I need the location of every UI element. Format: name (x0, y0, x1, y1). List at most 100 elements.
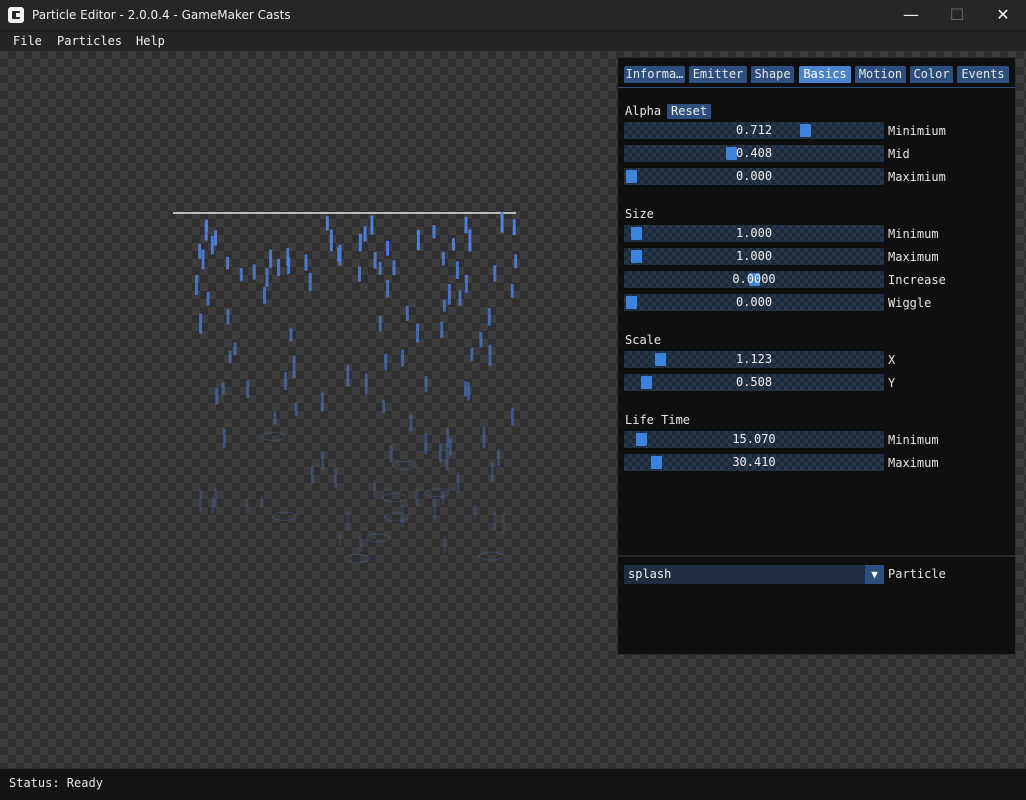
alpha-minimum-label: Minimium (888, 124, 946, 138)
particle-streak (226, 256, 230, 270)
size-increase-slider[interactable]: 0.0000 (624, 271, 884, 288)
alpha-reset-button[interactable]: Reset (667, 104, 712, 119)
particle-streak (479, 332, 483, 348)
particle-streak (239, 267, 243, 281)
alpha-section-label: Alpha (625, 104, 662, 118)
particle-streak (277, 258, 281, 276)
alpha-minimum-slider[interactable]: 0.712 (624, 122, 884, 139)
splash-group (260, 432, 504, 563)
particle-streak (246, 380, 250, 399)
particle-streak (370, 215, 374, 235)
particle-streak (211, 496, 215, 514)
minimize-button[interactable]: — (888, 0, 934, 31)
particle-streak (373, 251, 377, 269)
particle-streak (488, 344, 492, 366)
particle-streak (482, 426, 486, 449)
splash-ring (424, 488, 450, 498)
particle-streak (514, 254, 518, 269)
particle-streak (441, 252, 445, 266)
slider-value: 1.123 (735, 352, 773, 366)
particle-streak (386, 240, 389, 256)
particle-streak (199, 313, 203, 334)
size-wiggle-slider[interactable]: 0.000 (624, 294, 884, 311)
slider-value: 0.712 (735, 123, 773, 137)
particle-streak (384, 353, 388, 371)
particle-select[interactable]: splash ▼ (624, 565, 884, 584)
particle-streak (443, 535, 447, 554)
splash-ring (478, 551, 504, 561)
scale-section-label: Scale (625, 333, 662, 347)
particle-streak (378, 261, 382, 275)
dropdown-arrow-icon[interactable]: ▼ (865, 565, 884, 584)
particle-streak (433, 498, 437, 519)
tab-shape[interactable]: Shape (751, 66, 794, 83)
particle-streak (386, 279, 390, 298)
particle-streak (289, 328, 293, 342)
particle-streak (273, 411, 277, 425)
particle-streak (364, 373, 368, 395)
status-text: Status: Ready (9, 776, 103, 790)
particle-streak (424, 433, 428, 455)
tab-basics[interactable]: Basics (799, 66, 851, 83)
menu-help[interactable]: Help (136, 34, 165, 48)
particle-streak (455, 261, 459, 279)
particle-streak (464, 216, 468, 234)
particle-streak (468, 229, 472, 252)
particle-streak (439, 444, 442, 463)
size-maximum-label: Maximum (888, 250, 939, 264)
title-bar: Particle Editor - 2.0.0.4 - GameMaker Ca… (0, 0, 1026, 31)
particle-streak (416, 229, 420, 251)
particle-streak (346, 511, 350, 531)
particle-streak (448, 438, 452, 456)
particle-streak (373, 480, 377, 498)
particle-streak (409, 414, 413, 432)
alpha-mid-slider[interactable]: 0.408 (624, 145, 884, 162)
particle-streak (338, 533, 342, 547)
menu-particles[interactable]: Particles (57, 34, 122, 48)
scale-x-slider[interactable]: 1.123 (624, 351, 884, 368)
alpha-maximum-label: Maximium (888, 170, 946, 184)
particle-streak (458, 290, 462, 306)
particle-streak (500, 212, 504, 233)
particle-streak (389, 444, 393, 463)
particle-streak (265, 268, 269, 287)
particle-streak (252, 264, 256, 280)
size-maximum-slider[interactable]: 1.000 (624, 248, 884, 265)
particle-streak (359, 532, 363, 552)
tab-information[interactable]: Informa… (624, 66, 685, 83)
particle-streak (401, 349, 405, 367)
close-button[interactable]: ✕ (980, 0, 1026, 31)
particle-streak (201, 249, 205, 270)
particle-group (195, 212, 518, 554)
tab-emitter[interactable]: Emitter (689, 66, 747, 83)
tab-events[interactable]: Events (957, 66, 1009, 83)
particle-select-label: Particle (888, 567, 946, 581)
lifetime-maximum-slider[interactable]: 30.410 (624, 454, 884, 471)
lifetime-minimum-slider[interactable]: 15.070 (624, 431, 884, 448)
alpha-maximum-slider[interactable]: 0.000 (624, 168, 884, 185)
particle-streak (221, 382, 225, 395)
particle-streak (294, 402, 298, 416)
particle-streak (210, 235, 214, 255)
slider-value: 0.0000 (732, 272, 776, 286)
splash-ring (392, 460, 417, 470)
particle-streak (501, 513, 505, 535)
size-minimum-slider[interactable]: 1.000 (624, 225, 884, 242)
tab-bar: Informa… Emitter Shape Basics Motion Col… (618, 58, 1015, 88)
menu-file[interactable]: File (13, 34, 42, 48)
maximize-button[interactable]: ☐ (934, 0, 980, 31)
particle-streak (205, 219, 209, 232)
slider-value: 0.408 (735, 146, 773, 160)
slider-value: 15.070 (732, 432, 776, 446)
particle-streak (487, 307, 491, 326)
tab-color[interactable]: Color (910, 66, 953, 83)
particle-streak (320, 392, 324, 412)
scale-y-slider[interactable]: 0.508 (624, 374, 884, 391)
particle-streak (311, 466, 314, 484)
particle-streak (304, 254, 308, 271)
tab-motion[interactable]: Motion (855, 66, 906, 83)
particle-streak (329, 229, 333, 252)
particle-streak (269, 249, 273, 268)
particle-streak (415, 490, 419, 506)
particle-streak (195, 275, 199, 295)
